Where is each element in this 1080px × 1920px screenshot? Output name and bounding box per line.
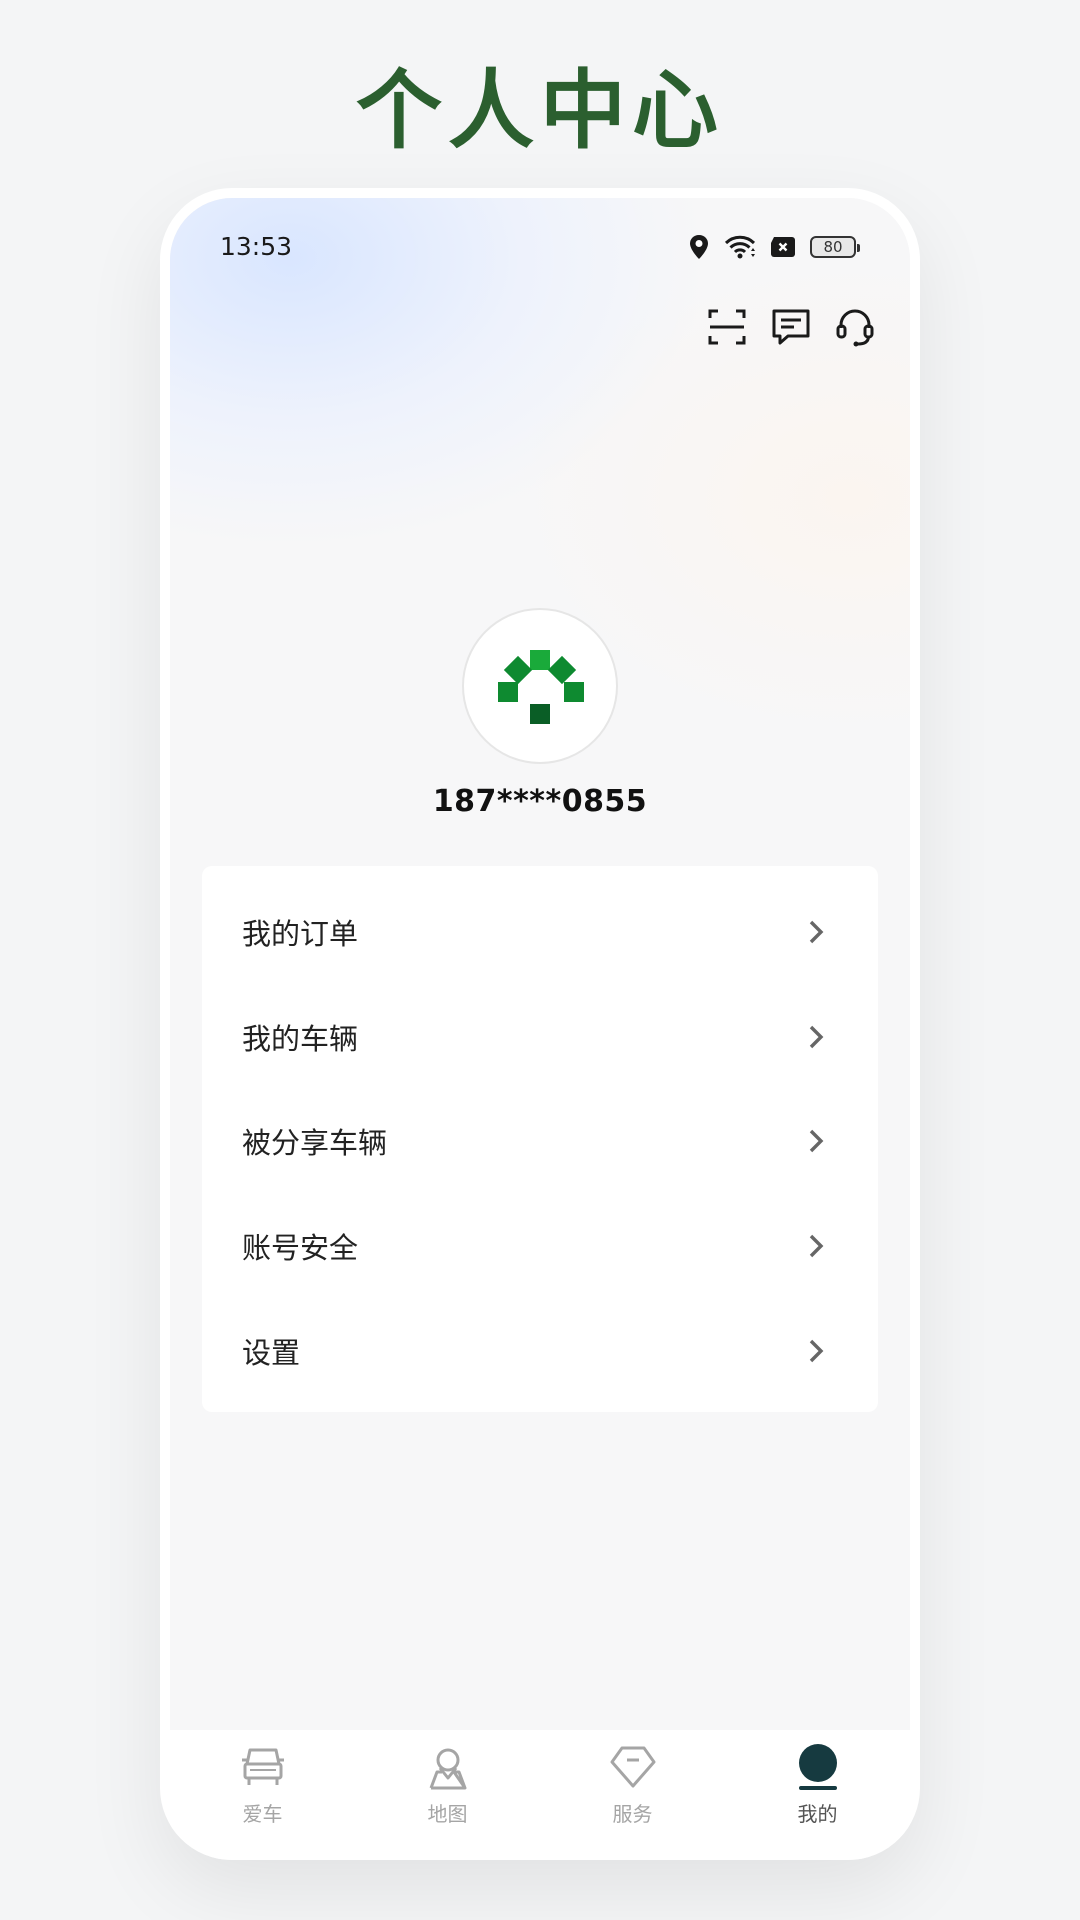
menu-item-label: 账号安全 [242,1231,359,1266]
customer-service-icon [836,309,874,347]
diamond-icon [610,1746,655,1788]
tab-bar: 爱车 地图 服务 我的 [170,1730,910,1860]
top-actions [706,306,876,348]
user-phone: 187****0855 [432,784,648,819]
menu-list: 我的订单 我的车辆 被分享车辆 账号安全 设置 [202,866,878,1412]
chevron-right-icon [809,921,824,944]
tab-service[interactable]: 服务 [540,1730,725,1860]
scan-icon [708,309,746,345]
no-sim-icon [771,237,795,257]
chevron-right-icon [809,1130,824,1153]
brand-logo-icon [498,650,584,724]
menu-item-label: 我的车辆 [242,1021,359,1056]
message-icon [772,309,810,345]
message-button[interactable] [770,306,812,348]
menu-item-label: 我的订单 [242,917,359,952]
location-icon [690,235,708,259]
menu-item-orders[interactable]: 我的订单 [202,880,878,985]
chevron-right-icon [809,1025,824,1049]
phone-frame: 13:53 80 187****0855 我的订单 我的车辆 被分享车辆 账号安… [160,188,920,1860]
scan-button[interactable] [706,306,748,348]
chevron-right-icon [809,1339,824,1362]
car-icon [241,1748,284,1785]
tab-car[interactable]: 爱车 [170,1730,355,1860]
wifi-icon [724,235,756,259]
avatar[interactable] [462,608,618,764]
menu-item-account-security[interactable]: 账号安全 [202,1194,878,1299]
battery-indicator: 80 [810,236,860,258]
chevron-right-icon [809,1234,824,1258]
map-pin-icon [429,1748,466,1790]
menu-item-settings[interactable]: 设置 [202,1298,878,1403]
tab-mine[interactable]: 我的 [725,1730,910,1860]
menu-item-vehicles[interactable]: 我的车辆 [202,985,878,1090]
tab-map[interactable]: 地图 [355,1730,540,1860]
menu-item-label: 设置 [242,1335,301,1370]
status-bar: 13:53 80 [170,198,910,298]
screen: 13:53 80 187****0855 我的订单 我的车辆 被分享车辆 账号安… [170,198,910,1860]
customer-service-button[interactable] [834,306,876,348]
status-icons: 80 [688,232,860,262]
menu-item-shared-vehicles[interactable]: 被分享车辆 [202,1089,878,1194]
page-title: 个人中心 [356,61,724,161]
tab-label: 服务 [612,1802,653,1826]
user-icon [798,1744,837,1790]
menu-item-label: 被分享车辆 [242,1126,388,1161]
status-time: 13:53 [220,232,293,261]
tab-label: 地图 [427,1802,468,1826]
tab-label: 我的 [797,1802,838,1826]
tab-label: 爱车 [242,1802,283,1826]
